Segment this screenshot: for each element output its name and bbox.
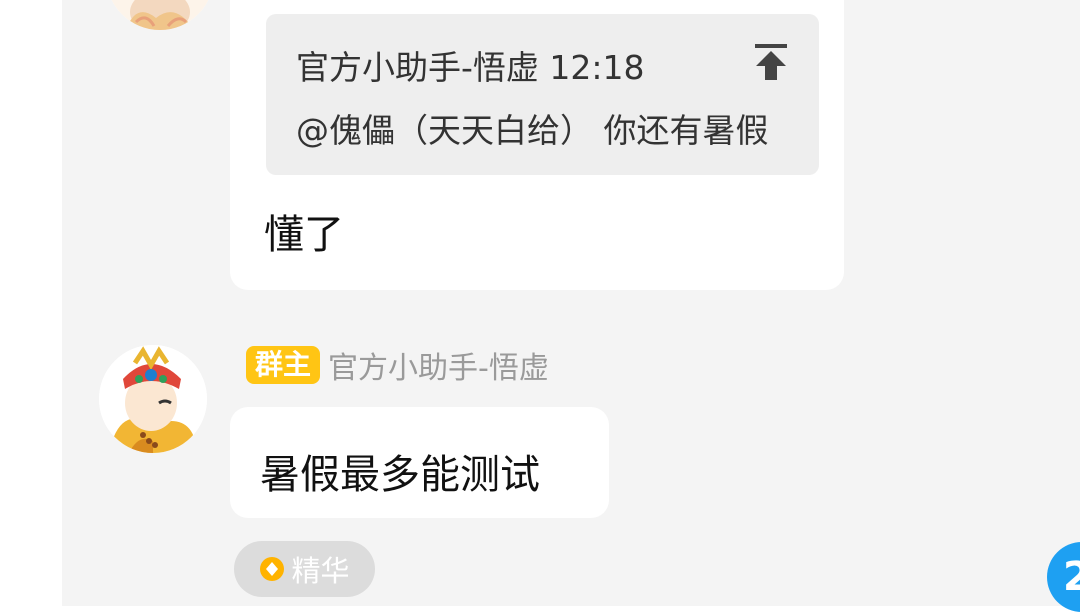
sender-avatar[interactable] [106, 0, 214, 30]
sender-name[interactable]: 官方小助手-悟虚 [328, 343, 549, 387]
quoted-message-text: @傀儡（天天白给） 你还有暑假 [296, 111, 769, 150]
quoted-message-header: 官方小助手-悟虚 12:18 [296, 48, 645, 87]
message-bubble[interactable]: 暑假最多能测试 [230, 407, 609, 518]
diamond-icon [260, 557, 285, 581]
reply-message-text: 懂了 [264, 212, 344, 258]
essence-tag[interactable]: 精华 [234, 541, 375, 597]
sender-avatar[interactable] [99, 345, 207, 453]
essence-label: 精华 [291, 554, 350, 588]
chat-message-list[interactable]: 官方小助手-悟虚 12:18 @傀儡（天天白给） 你还有暑假 懂了 群主 官方小… [62, 0, 1080, 606]
quoted-message[interactable]: 官方小助手-悟虚 12:18 @傀儡（天天白给） 你还有暑假 [266, 14, 819, 175]
group-owner-badge: 群主 [246, 346, 321, 384]
jump-to-quoted-icon[interactable] [753, 42, 789, 82]
sender-info: 群主 官方小助手-悟虚 [246, 343, 549, 387]
reply-message-bubble[interactable]: 官方小助手-悟虚 12:18 @傀儡（天天白给） 你还有暑假 懂了 [230, 0, 844, 290]
message-text: 暑假最多能测试 [260, 452, 540, 498]
